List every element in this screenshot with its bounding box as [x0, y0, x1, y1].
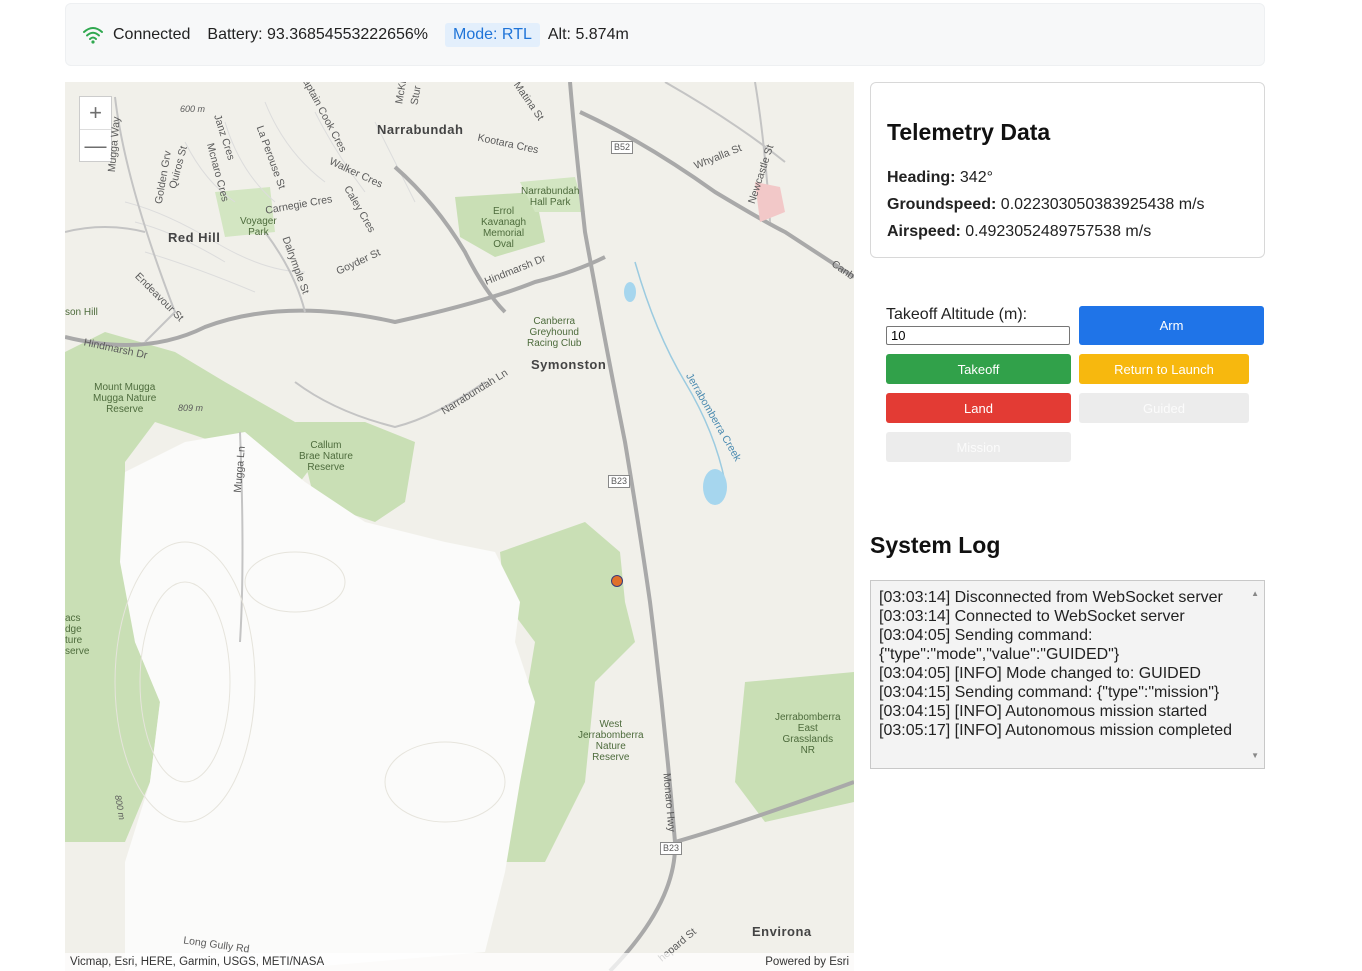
guided-button[interactable]: Guided	[1079, 393, 1249, 423]
control-panel: Takeoff Altitude (m): Arm Takeoff Return…	[870, 282, 1265, 482]
map-label: Red Hill	[168, 230, 221, 245]
map-view[interactable]: + — Narrabundah Red Hill Symonston Envir…	[65, 82, 854, 971]
map-label: West Jerrabomberra Nature Reserve	[578, 719, 644, 763]
airspeed-label: Airspeed:	[887, 223, 961, 240]
takeoff-altitude-input[interactable]	[886, 326, 1070, 345]
log-entry: [03:04:05] [INFO] Mode changed to: GUIDE…	[879, 665, 1201, 682]
mission-button[interactable]: Mission	[886, 432, 1071, 462]
system-log[interactable]: [03:03:14] Disconnected from WebSocket s…	[870, 580, 1265, 769]
groundspeed-value: 0.022303050383925438 m/s	[1000, 196, 1205, 213]
heading-value: 342°	[959, 169, 993, 186]
road-shield: B52	[611, 141, 634, 154]
map-label: Canberra Greyhound Racing Club	[527, 316, 582, 349]
log-entry: [03:03:14] Disconnected from WebSocket s…	[879, 589, 1223, 606]
log-entry: [03:04:15] [INFO] Autonomous mission sta…	[879, 703, 1208, 720]
airspeed-row: Airspeed: 0.4923052489757538 m/s	[887, 223, 1151, 241]
groundspeed-row: Groundspeed: 0.022303050383925438 m/s	[887, 196, 1205, 214]
zoom-in-button[interactable]: +	[80, 97, 111, 130]
scroll-up-arrow-icon[interactable]: ▲	[1251, 584, 1259, 603]
map-label: 809 m	[178, 403, 204, 413]
wifi-icon	[83, 26, 103, 44]
groundspeed-label: Groundspeed:	[887, 196, 997, 213]
map-label: Callum Brae Nature Reserve	[299, 440, 353, 473]
map-label: Narrabundah	[377, 122, 464, 137]
map-label: Environa	[752, 924, 812, 939]
telemetry-title: Telemetry Data	[887, 119, 1051, 145]
map-label: acs dge ture serve	[65, 613, 90, 657]
map-label: 600 m	[180, 104, 206, 114]
log-entry: [03:04:15] Sending command: {"type":"mis…	[879, 684, 1220, 701]
telemetry-card: Telemetry Data Heading: 342° Groundspeed…	[870, 82, 1265, 258]
map-attribution: Vicmap, Esri, HERE, Garmin, USGS, METI/N…	[65, 953, 854, 971]
return-to-launch-button[interactable]: Return to Launch	[1079, 354, 1249, 384]
map-basemap	[65, 82, 854, 971]
log-lines: [03:03:14] Disconnected from WebSocket s…	[879, 588, 1242, 740]
battery-status: Battery: 93.36854553222656%	[207, 25, 429, 43]
altitude-status: Alt: 5.874m	[547, 25, 629, 43]
map-label: Jerrabomberra East Grasslands NR	[775, 712, 841, 756]
airspeed-value: 0.4923052489757538 m/s	[965, 223, 1152, 240]
road-shield: B23	[660, 842, 683, 855]
powered-by-esri[interactable]: Powered by Esri	[765, 956, 849, 968]
drone-marker[interactable]	[611, 575, 623, 587]
map-label: Voyager Park	[240, 216, 277, 238]
log-entry: [03:05:17] [INFO] Autonomous mission com…	[879, 722, 1233, 739]
mode-badge: Mode: RTL	[445, 22, 540, 47]
heading-label: Heading:	[887, 169, 956, 186]
heading-row: Heading: 342°	[887, 169, 993, 187]
status-bar: Connected Battery: 93.36854553222656% Mo…	[65, 3, 1265, 66]
road-shield: B23	[608, 475, 631, 488]
arm-button[interactable]: Arm	[1079, 306, 1264, 345]
map-label: Symonston	[531, 357, 607, 372]
land-button[interactable]: Land	[886, 393, 1071, 423]
map-label: Mount Mugga Mugga Nature Reserve	[93, 382, 157, 415]
takeoff-altitude-label: Takeoff Altitude (m):	[886, 306, 1028, 323]
log-entry: [03:03:14] Connected to WebSocket server	[879, 608, 1185, 625]
map-label: Errol Kavanagh Memorial Oval	[481, 206, 527, 250]
scroll-down-arrow-icon[interactable]: ▼	[1251, 746, 1259, 765]
system-log-title: System Log	[870, 532, 1001, 558]
attribution-sources: Vicmap, Esri, HERE, Garmin, USGS, METI/N…	[70, 956, 325, 968]
map-label: son Hill	[65, 307, 98, 318]
takeoff-button[interactable]: Takeoff	[886, 354, 1071, 384]
map-label: Narrabundah Hall Park	[521, 186, 580, 208]
connection-status: Connected	[113, 25, 191, 43]
log-entry: [03:04:05] Sending command: {"type":"mod…	[879, 627, 1120, 663]
